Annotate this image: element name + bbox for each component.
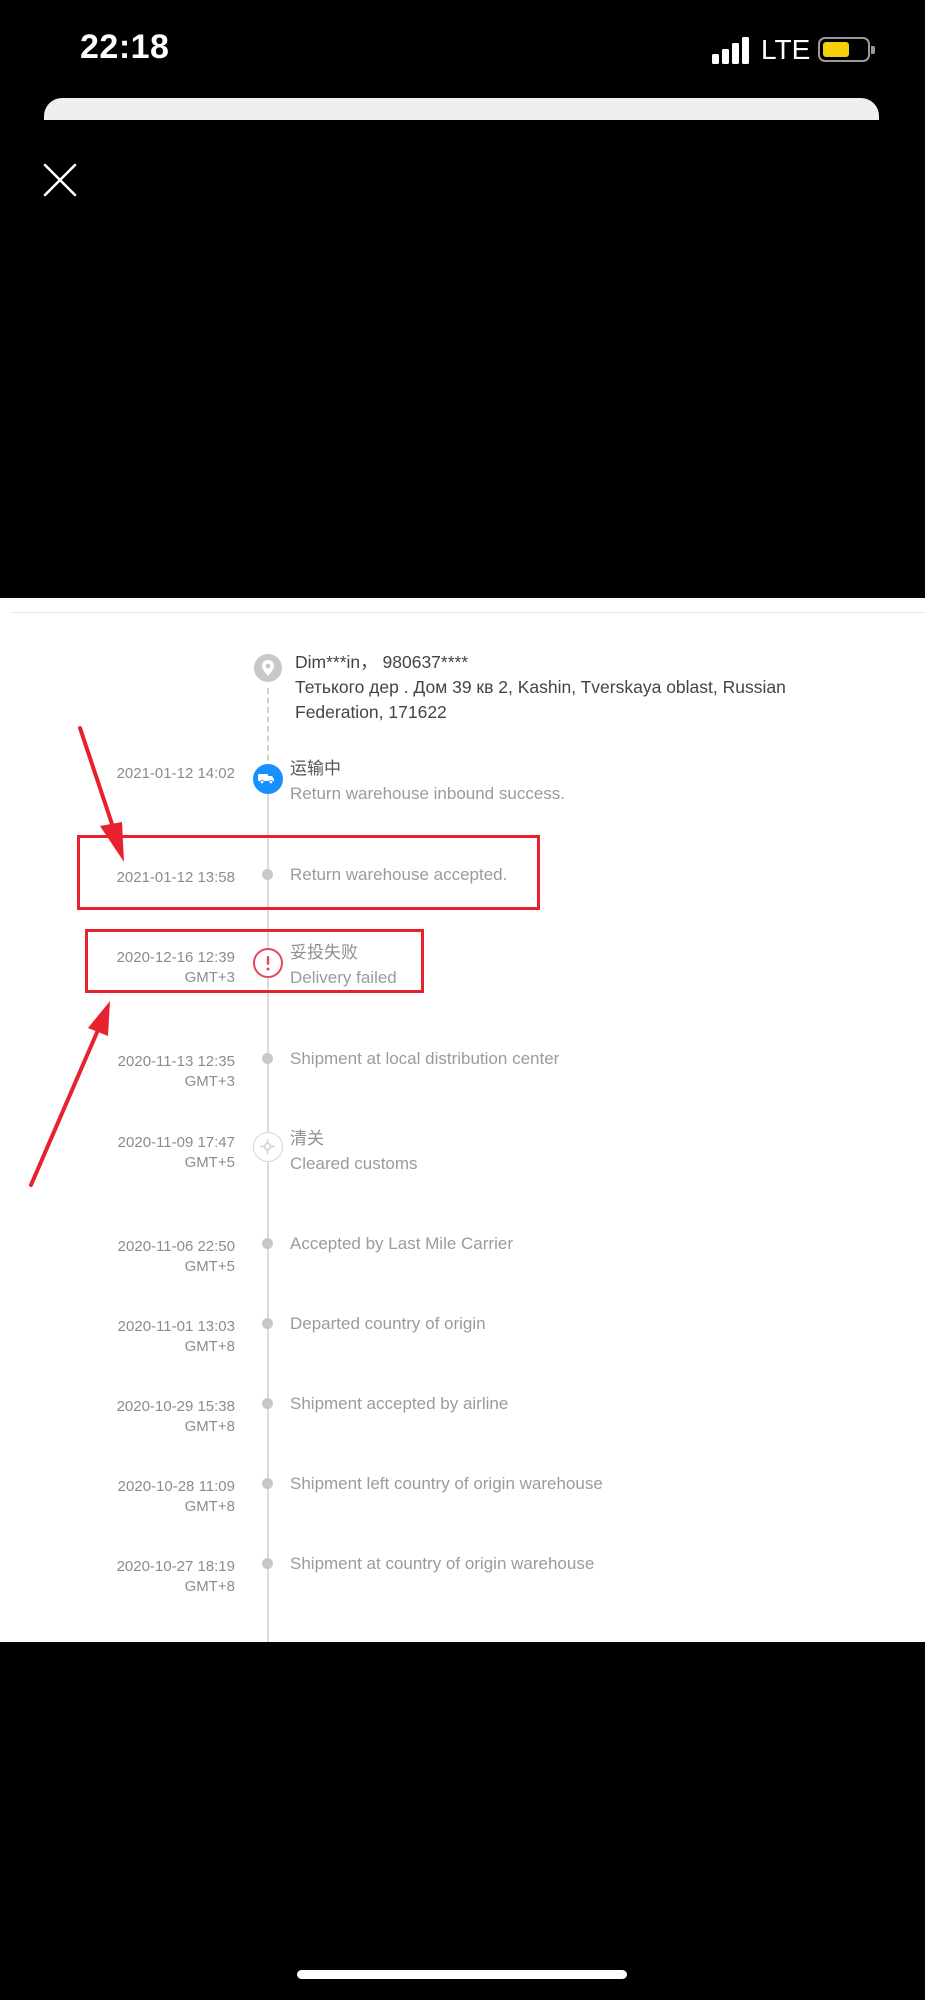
location-pin-icon: [254, 654, 282, 682]
address-line-2: Тетького дер . Дом 39 кв 2, Kashin, Tver…: [295, 677, 786, 697]
event-item: Shipment at country of origin warehouse: [290, 1554, 595, 1573]
truck-icon: [253, 764, 283, 794]
event-time: 2020-11-09 17:47 GMT+5: [117, 1134, 235, 1171]
timeline-dot: [262, 1558, 273, 1569]
highlight-box: [85, 929, 424, 993]
event-time: 2021-01-12 14:02: [116, 765, 235, 782]
event-time: 2020-10-28 11:09 GMT+8: [117, 1478, 235, 1515]
address-line-1: Dim***in， 980637****: [295, 652, 469, 672]
event-time: 2020-10-27 18:19 GMT+8: [116, 1558, 235, 1595]
highlight-box: [77, 835, 540, 910]
delivery-address: Dim***in， 980637**** Тетького дер . Дом …: [295, 650, 855, 725]
event-item: 清关 Cleared customs: [290, 1129, 418, 1173]
timeline-dot: [262, 1478, 273, 1489]
status-time: 22:18: [80, 28, 170, 66]
event-time: 2020-10-29 15:38 GMT+8: [116, 1398, 235, 1435]
event-item: Shipment at local distribution center: [290, 1049, 560, 1068]
event-time: 2020-11-01 13:03 GMT+8: [117, 1318, 235, 1355]
event-item: Shipment accepted by airline: [290, 1394, 509, 1413]
event-item: Departed country of origin: [290, 1314, 486, 1333]
timeline-dot: [262, 1238, 273, 1249]
event-time: 2020-11-13 12:35 GMT+3: [117, 1053, 235, 1090]
event-time: 2020-11-06 22:50 GMT+5: [117, 1238, 235, 1275]
timeline-dot: [262, 1053, 273, 1064]
close-icon: [43, 163, 77, 197]
customs-icon: [253, 1132, 283, 1162]
timeline-dashed: [267, 688, 269, 770]
timeline-dot: [262, 1318, 273, 1329]
address-line-3: Federation, 171622: [295, 702, 447, 722]
event-item: 运输中 Return warehouse inbound success.: [290, 759, 565, 803]
home-indicator[interactable]: [297, 1970, 627, 1979]
sheet-top-edge: [44, 98, 879, 120]
status-bar: 22:18 LTE: [0, 0, 925, 100]
timeline-dot: [262, 1398, 273, 1409]
close-button[interactable]: [40, 160, 80, 200]
signal-icon: [712, 36, 752, 64]
network-type: LTE: [761, 34, 811, 65]
event-item: Shipment left country of origin warehous…: [290, 1474, 603, 1493]
event-item: Accepted by Last Mile Carrier: [290, 1234, 513, 1253]
battery-icon: [818, 37, 875, 62]
image-viewer: Dim***in， 980637**** Тетького дер . Дом …: [0, 598, 925, 1642]
